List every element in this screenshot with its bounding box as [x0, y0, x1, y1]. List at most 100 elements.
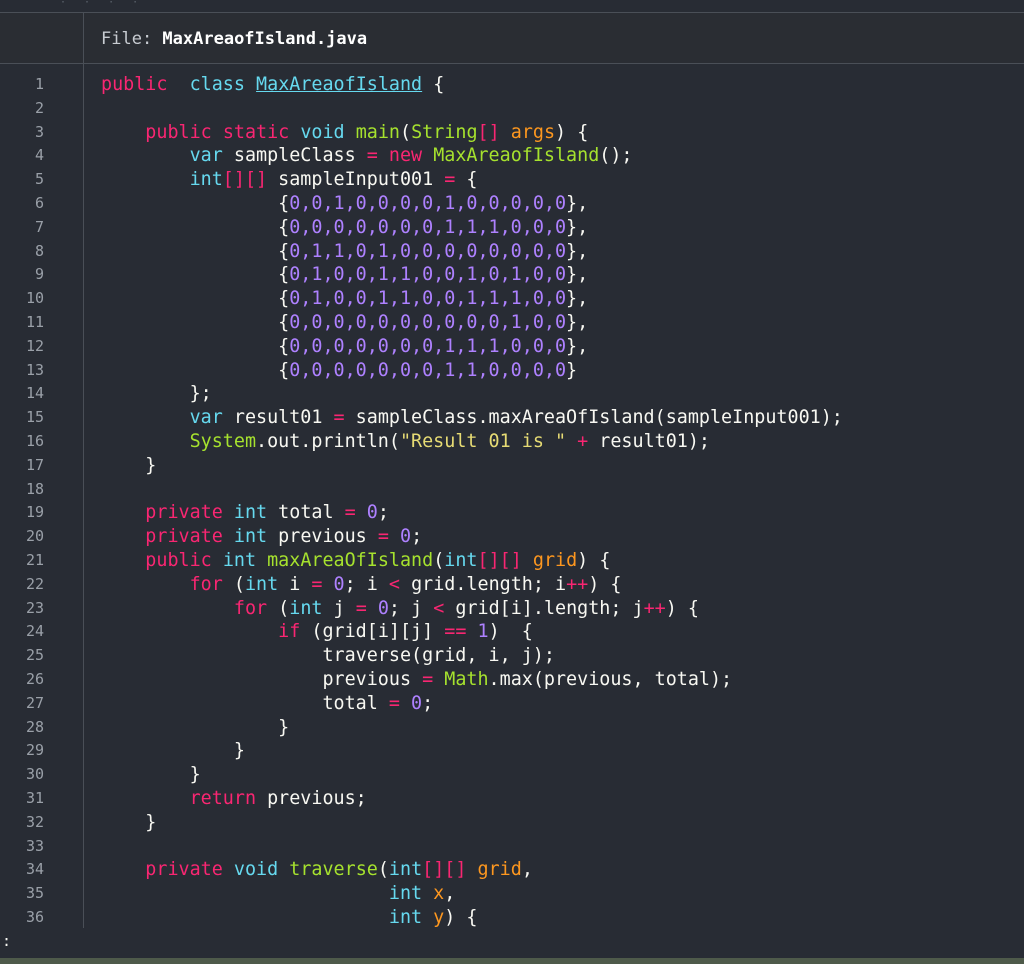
code-line: 7 {0,0,0,0,0,0,0,1,1,1,0,0,0},	[0, 216, 1024, 240]
code-line: 15 var result01 = sampleClass.maxAreaOfI…	[0, 406, 1024, 430]
code-line: 31 return previous;	[0, 787, 1024, 811]
code-line: 4 var sampleClass = new MaxAreaofIsland(…	[0, 144, 1024, 168]
code-text: traverse(grid, i, j);	[101, 644, 555, 668]
code-line: 34 private void traverse(int[][] grid,	[0, 858, 1024, 882]
code-line: 30 }	[0, 763, 1024, 787]
code-text: private int total = 0;	[101, 501, 389, 525]
code-token: result01);	[588, 430, 710, 452]
code-token: sampleClass.maxAreaOfIsland(sampleInput0…	[344, 407, 843, 429]
code-token: int	[388, 906, 423, 928]
code-token: int	[444, 549, 478, 571]
code-text: return previous;	[101, 787, 367, 811]
code-text: }	[101, 763, 201, 787]
line-number: 24	[25, 622, 44, 641]
code-token: },	[566, 264, 589, 286]
code-token: +	[577, 430, 589, 452]
code-line: 32 }	[0, 811, 1024, 835]
code-token: ) {	[488, 621, 533, 643]
code-token: },	[566, 216, 589, 238]
code-token: {	[101, 192, 290, 214]
code-token: class	[189, 74, 245, 95]
file-prefix: File:	[101, 29, 163, 49]
line-number: 14	[25, 384, 44, 403]
code-line: 33	[0, 835, 1024, 859]
bottom-status-strip	[0, 958, 1024, 964]
line-number: 30	[25, 765, 44, 784]
code-text: if (grid[i][j] == 1) {	[101, 620, 533, 644]
code-token: int	[388, 883, 423, 905]
code-line: 28 }	[0, 716, 1024, 740]
code-token: 0,0,1,0,0,0,0,1,0,0,0,0,0	[289, 192, 567, 214]
code-text: }	[101, 811, 156, 835]
code-line: 25 traverse(grid, i, j);	[0, 644, 1024, 668]
code-token: sampleClass	[222, 145, 367, 167]
code-token: },	[566, 240, 589, 262]
code-line: 2	[0, 97, 1024, 121]
code-token: var	[189, 407, 223, 429]
code-token: int	[189, 169, 223, 191]
code-token: .max(previous, total);	[488, 668, 733, 690]
code-token: ) {	[588, 573, 622, 595]
code-line: 5 int[][] sampleInput001 = {	[0, 168, 1024, 192]
line-number: 8	[34, 241, 44, 260]
code-line: 29 }	[0, 739, 1024, 763]
code-token: (	[400, 121, 412, 143]
code-token: var	[189, 145, 223, 167]
code-view[interactable]: 1 public class MaxAreaofIsland {2 3 public…	[0, 73, 1024, 930]
code-token: ) {	[555, 121, 589, 143]
code-token: public	[145, 121, 212, 143]
code-token: if	[278, 621, 301, 643]
code-line: 24 if (grid[i][j] == 1) {	[0, 620, 1024, 644]
code-token: previous	[267, 526, 378, 548]
code-token: =	[377, 526, 389, 548]
code-text: public class MaxAreaofIsland {	[101, 73, 444, 97]
pager-prompt[interactable]: :	[2, 932, 11, 950]
code-token: =	[366, 145, 378, 167]
code-token: =	[422, 668, 434, 690]
code-token: grid[i].length; j	[444, 597, 644, 619]
code-line: 10 {0,1,0,0,1,1,0,0,1,1,1,0,0},	[0, 287, 1024, 311]
code-token: ++	[566, 573, 589, 595]
code-token: {	[101, 240, 290, 262]
code-token: result01	[222, 407, 334, 429]
code-text: total = 0;	[101, 692, 433, 716]
code-token: "Result 01 is "	[399, 430, 567, 452]
line-number: 15	[25, 408, 44, 427]
code-text: {0,0,0,0,0,0,0,1,1,1,0,0,0},	[101, 216, 588, 240]
code-token: for	[233, 597, 268, 619]
code-line: 17 }	[0, 454, 1024, 478]
code-token: ;	[422, 692, 434, 714]
code-line: 27 total = 0;	[0, 692, 1024, 716]
line-number: 31	[25, 788, 44, 807]
line-number: 33	[25, 836, 44, 855]
code-token: MaxAreaofIsland	[433, 145, 600, 167]
code-line: 6 {0,0,1,0,0,0,0,1,0,0,0,0,0},	[0, 192, 1024, 216]
code-token: main	[355, 121, 400, 143]
code-token: []	[477, 121, 500, 143]
code-token: int	[222, 549, 257, 571]
code-text: var sampleClass = new MaxAreaofIsland();	[101, 144, 633, 168]
header-gutter-divider	[83, 13, 84, 63]
code-token: [][]	[422, 859, 467, 881]
line-number: 7	[34, 217, 44, 236]
code-text: }	[101, 716, 289, 740]
code-token: (	[267, 597, 290, 619]
code-token: [][]	[222, 169, 268, 191]
code-token: static	[222, 121, 290, 143]
code-text: for (int i = 0; i < grid.length; i++) {	[101, 573, 622, 597]
code-token: grid	[532, 549, 578, 571]
code-token: 1	[477, 621, 489, 643]
code-token: }	[101, 740, 245, 762]
code-token: ) {	[444, 906, 478, 928]
code-token: 0	[411, 692, 423, 714]
